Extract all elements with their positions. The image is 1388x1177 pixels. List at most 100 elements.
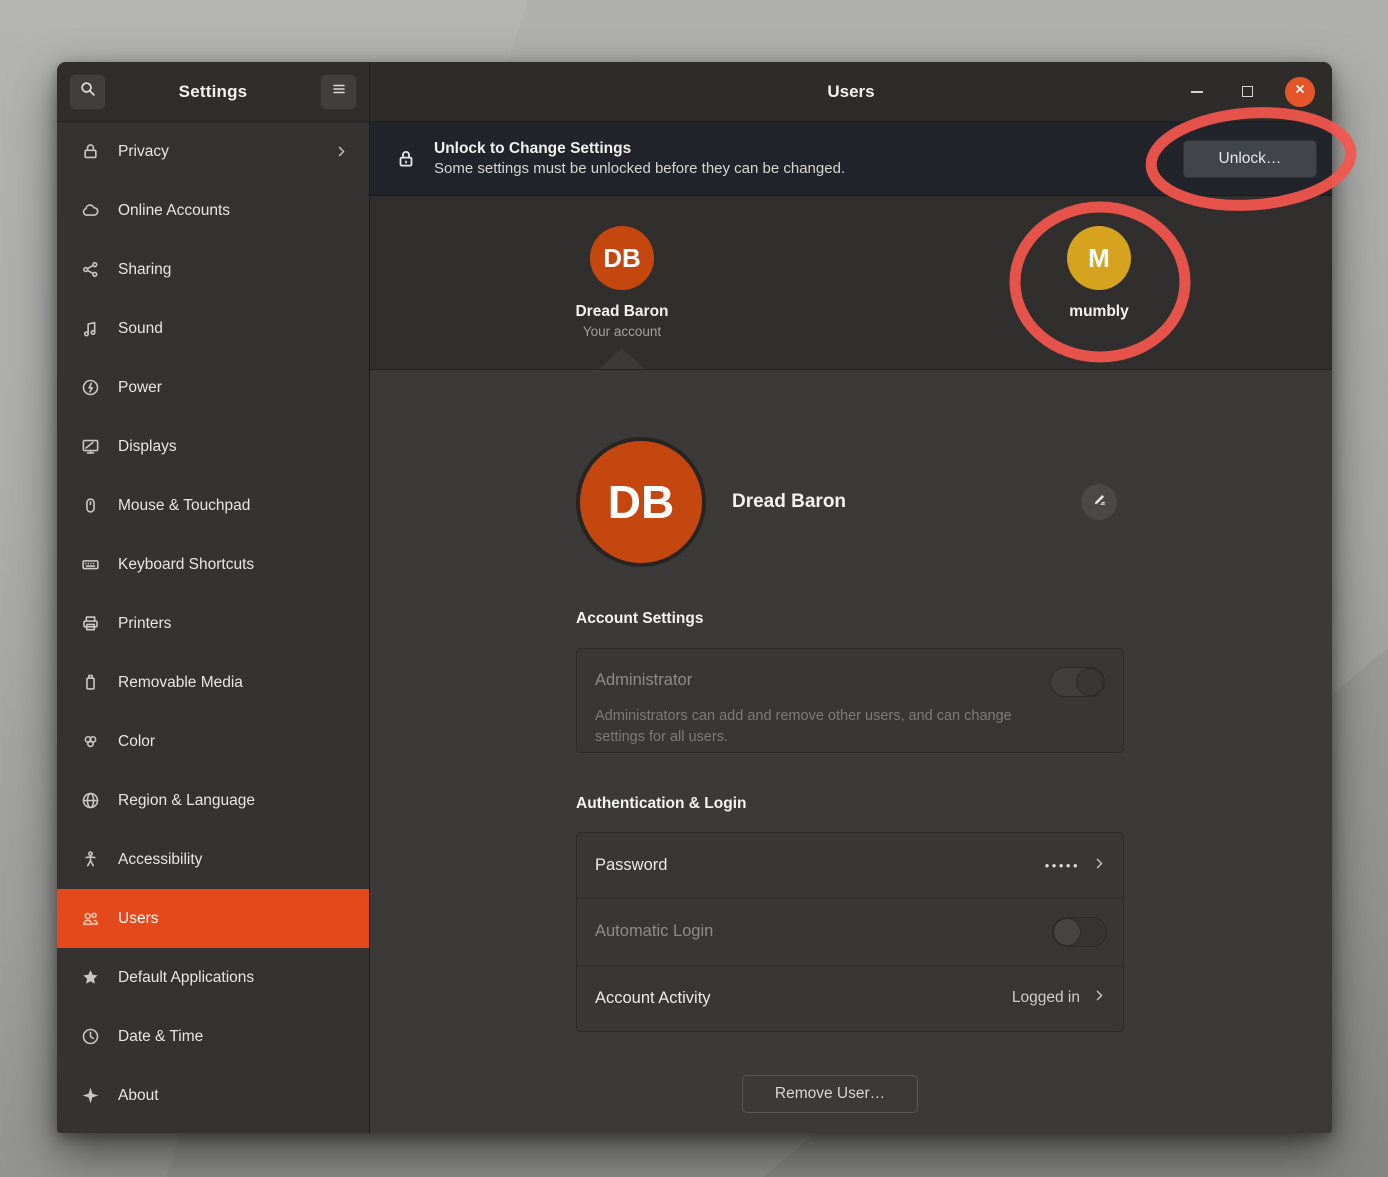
share-icon bbox=[80, 259, 101, 280]
avatar: M bbox=[1067, 226, 1131, 290]
banner-title: Unlock to Change Settings bbox=[434, 140, 845, 158]
mouse-icon bbox=[80, 495, 101, 516]
chevron-right-icon bbox=[334, 144, 349, 159]
rename-button[interactable] bbox=[1080, 483, 1118, 521]
sidebar-item-label: Date & Time bbox=[118, 1028, 349, 1046]
sidebar-item-label: Removable Media bbox=[118, 674, 349, 692]
main-panel: Users bbox=[370, 62, 1332, 1133]
sidebar-item-sharing[interactable]: Sharing bbox=[57, 240, 369, 299]
auth-row-account-activity[interactable]: Account Activity Logged in bbox=[577, 965, 1123, 1031]
row-value: Logged in bbox=[1012, 989, 1080, 1007]
sidebar-item-mouse-touchpad[interactable]: Mouse & Touchpad bbox=[57, 476, 369, 535]
chevron-right-icon bbox=[1092, 856, 1107, 876]
color-icon bbox=[80, 731, 101, 752]
sidebar-item-label: Printers bbox=[118, 615, 349, 633]
user-subtitle: Your account bbox=[583, 324, 661, 339]
user-name: Dread Baron bbox=[575, 303, 668, 321]
administrator-toggle[interactable] bbox=[1050, 667, 1105, 697]
sidebar-item-sound[interactable]: Sound bbox=[57, 299, 369, 358]
usb-icon bbox=[80, 672, 101, 693]
profile-name: Dread Baron bbox=[732, 491, 846, 513]
window-controls bbox=[1185, 77, 1332, 107]
music-icon bbox=[80, 318, 101, 339]
accessibility-icon bbox=[80, 849, 101, 870]
administrator-description: Administrators can add and remove other … bbox=[595, 706, 1025, 748]
administrator-row: Administrator bbox=[595, 667, 1105, 697]
hamburger-icon bbox=[331, 81, 347, 102]
pencil-icon bbox=[1091, 491, 1108, 513]
display-icon bbox=[80, 436, 101, 457]
sidebar-item-removable-media[interactable]: Removable Media bbox=[57, 653, 369, 712]
toggle-knob bbox=[1076, 668, 1104, 696]
sidebar-item-label: Sound bbox=[118, 320, 349, 338]
authentication-heading: Authentication & Login bbox=[576, 795, 1124, 813]
row-label: Password bbox=[595, 856, 667, 875]
row-label: Account Activity bbox=[595, 989, 711, 1008]
sidebar-item-default-applications[interactable]: Default Applications bbox=[57, 948, 369, 1007]
sidebar-item-label: Online Accounts bbox=[118, 202, 349, 220]
avatar: DB bbox=[590, 226, 654, 290]
user-carousel: DB Dread Baron Your account M mumbly bbox=[370, 196, 1332, 370]
unlock-button[interactable]: Unlock… bbox=[1183, 140, 1317, 178]
carousel-user-dread-baron[interactable]: DB Dread Baron Your account bbox=[532, 226, 712, 339]
clock-icon bbox=[80, 1026, 101, 1047]
power-icon bbox=[80, 377, 101, 398]
account-settings-heading: Account Settings bbox=[576, 610, 1124, 628]
maximize-button[interactable] bbox=[1235, 80, 1259, 104]
sidebar: Settings Privacy Online Accounts Sharing So… bbox=[57, 62, 370, 1133]
sidebar-item-label: Mouse & Touchpad bbox=[118, 497, 349, 515]
auth-row-automatic-login[interactable]: Automatic Login bbox=[577, 898, 1123, 964]
search-icon bbox=[79, 80, 97, 103]
sidebar-item-label: Accessibility bbox=[118, 851, 349, 869]
sidebar-item-printers[interactable]: Printers bbox=[57, 594, 369, 653]
banner-text: Unlock to Change Settings Some settings … bbox=[434, 140, 845, 177]
profile-avatar[interactable]: DB bbox=[576, 437, 706, 567]
globe-icon bbox=[80, 790, 101, 811]
sidebar-item-label: Region & Language bbox=[118, 792, 349, 810]
minimize-button[interactable] bbox=[1185, 80, 1209, 104]
sidebar-item-accessibility[interactable]: Accessibility bbox=[57, 830, 369, 889]
maximize-icon bbox=[1242, 86, 1253, 97]
sidebar-item-users[interactable]: Users bbox=[57, 889, 369, 948]
administrator-label: Administrator bbox=[595, 671, 692, 690]
star-icon bbox=[80, 967, 101, 988]
sidebar-title: Settings bbox=[106, 82, 320, 102]
sidebar-item-label: Privacy bbox=[118, 143, 334, 161]
sidebar-item-power[interactable]: Power bbox=[57, 358, 369, 417]
sidebar-header: Settings bbox=[57, 62, 369, 122]
sidebar-item-region-language[interactable]: Region & Language bbox=[57, 771, 369, 830]
carousel-user-mumbly[interactable]: M mumbly bbox=[1009, 226, 1189, 321]
search-button[interactable] bbox=[69, 74, 106, 110]
automatic-login-toggle[interactable] bbox=[1052, 917, 1107, 947]
banner-subtitle: Some settings must be unlocked before th… bbox=[434, 160, 845, 177]
sidebar-item-label: Displays bbox=[118, 438, 349, 456]
sidebar-item-label: Power bbox=[118, 379, 349, 397]
auth-row-password[interactable]: Password••••• bbox=[577, 833, 1123, 898]
sidebar-item-label: Color bbox=[118, 733, 349, 751]
users-icon bbox=[80, 908, 101, 929]
titlebar: Users bbox=[370, 62, 1332, 122]
sidebar-item-displays[interactable]: Displays bbox=[57, 417, 369, 476]
unlock-banner: Unlock to Change Settings Some settings … bbox=[370, 122, 1332, 196]
sidebar-item-date-time[interactable]: Date & Time bbox=[57, 1007, 369, 1066]
remove-user-button[interactable]: Remove User… bbox=[742, 1075, 918, 1113]
sidebar-item-color[interactable]: Color bbox=[57, 712, 369, 771]
cloud-icon bbox=[80, 200, 101, 221]
sidebar-item-keyboard-shortcuts[interactable]: Keyboard Shortcuts bbox=[57, 535, 369, 594]
printer-icon bbox=[80, 613, 101, 634]
menu-button[interactable] bbox=[320, 74, 357, 110]
selected-user-pointer bbox=[599, 348, 645, 369]
minimize-icon bbox=[1191, 91, 1203, 93]
close-button[interactable] bbox=[1285, 77, 1315, 107]
sidebar-item-label: Keyboard Shortcuts bbox=[118, 556, 349, 574]
sidebar-item-label: Default Applications bbox=[118, 969, 349, 987]
sidebar-item-label: Sharing bbox=[118, 261, 349, 279]
user-name: mumbly bbox=[1069, 303, 1128, 321]
sidebar-list: Privacy Online Accounts Sharing Sound Power D… bbox=[57, 122, 369, 1133]
authentication-card: Password•••••Automatic LoginAccount Acti… bbox=[576, 832, 1124, 1032]
profile-row: DB Dread Baron bbox=[576, 437, 1124, 567]
sidebar-item-online-accounts[interactable]: Online Accounts bbox=[57, 181, 369, 240]
desktop: Settings Privacy Online Accounts Sharing So… bbox=[0, 0, 1388, 1177]
sidebar-item-about[interactable]: About bbox=[57, 1066, 369, 1125]
sidebar-item-privacy[interactable]: Privacy bbox=[57, 122, 369, 181]
